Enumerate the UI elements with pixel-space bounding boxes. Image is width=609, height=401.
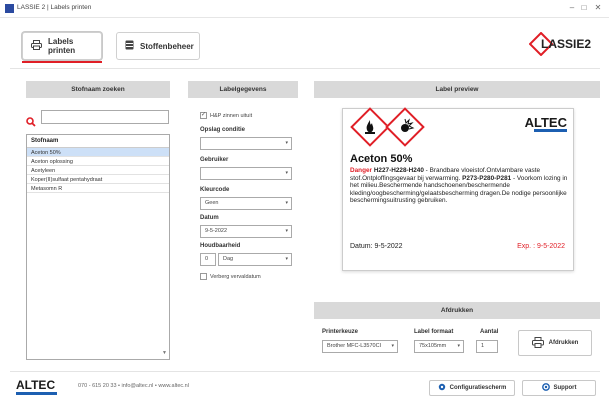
chevron-down-icon: ▾ [457, 343, 460, 349]
opslag-select[interactable]: ▾ [200, 137, 292, 150]
opslag-label: Opslag conditie [200, 127, 246, 133]
checkbox-checked[interactable]: ✓ [200, 112, 207, 119]
aantal-value: 1 [481, 343, 485, 349]
active-tab-indicator [22, 61, 102, 63]
list-header: Stofnaam [27, 135, 169, 148]
tab-labels-printen[interactable]: Labels printen [22, 32, 102, 60]
houdbaarheid-unit-select[interactable]: Dag ▾ [218, 253, 292, 266]
printer-value: Brother MFC-L3570CI [327, 343, 382, 349]
datum-value: 9-5-2022 [205, 228, 228, 234]
datum-label: Datum [200, 215, 219, 221]
calendar-icon[interactable]: ▾ [285, 226, 288, 237]
h-codes: H227-H228-H240 [373, 167, 424, 174]
printer-label: Printerkeuze [322, 329, 359, 335]
support-icon [541, 383, 550, 393]
format-value: 75x105mm [419, 343, 447, 349]
search-panel-header: Stofnaam zoeken [26, 81, 170, 98]
altec-logo-bar [534, 129, 567, 132]
label-preview-card: ALTEC Aceton 50% Danger H227-H228-H240 -… [342, 107, 574, 271]
chevron-down-icon: ▾ [285, 170, 288, 176]
printer-icon [531, 336, 544, 350]
title-bar [0, 0, 609, 18]
substance-name: Aceton 50% [350, 153, 413, 165]
scroll-down-icon[interactable]: ▼ [162, 350, 167, 356]
kleurcode-label: Kleurcode [200, 187, 230, 193]
printer-icon [31, 40, 42, 52]
label-date: Datum: 9-5-2022 [350, 243, 403, 250]
ghs-exploding-icon [385, 107, 425, 147]
svg-text:LASSIE2: LASSIE2 [541, 37, 591, 51]
minimize-button[interactable]: – [566, 3, 578, 12]
printer-select[interactable]: Brother MFC-L3570CI ▾ [322, 340, 398, 353]
footer-logo-bar [16, 392, 57, 395]
search-icon [26, 114, 36, 127]
list-item[interactable]: Koper(II)sulfaat pentahydraat [27, 175, 169, 184]
print-button[interactable]: Afdrukken [518, 330, 592, 356]
database-icon [125, 40, 134, 52]
aantal-input[interactable]: 1 [476, 340, 498, 353]
support-button[interactable]: Support [522, 380, 596, 396]
houdbaarheid-num-value: 0 [205, 256, 209, 262]
chevron-down-icon: ▾ [391, 343, 394, 349]
tab-label: Stoffenbeheer [140, 41, 194, 51]
altec-logo: ALTEC [524, 115, 567, 130]
chevron-down-icon: ▾ [285, 200, 288, 206]
p-codes: P273-P280-P281 [462, 174, 512, 182]
config-button[interactable]: Configuratiescherm [429, 380, 515, 396]
aantal-label: Aantal [480, 329, 499, 335]
substance-list[interactable]: Stofnaam Aceton 50% Aceton oplossing Ace… [26, 134, 170, 360]
verberg-checkbox[interactable]: Verberg vervaldatum [200, 273, 261, 280]
label-panel-header: Labelgegevens [188, 81, 298, 98]
config-button-label: Configuratiescherm [449, 385, 507, 391]
format-label: Label formaat [414, 329, 454, 335]
footer-divider [10, 371, 600, 372]
gear-icon [438, 383, 446, 393]
app-icon [5, 4, 14, 13]
hp-checkbox[interactable]: ✓ H&P zinnen uituit [200, 112, 252, 119]
format-select[interactable]: 75x105mm ▾ [414, 340, 464, 353]
ghs-flame-icon [350, 107, 390, 147]
print-button-label: Afdrukken [548, 340, 579, 346]
header-divider [10, 68, 600, 69]
chevron-down-icon: ▾ [285, 256, 288, 262]
tab-label: Labels printen [48, 37, 76, 55]
close-button[interactable]: ✕ [592, 3, 604, 12]
gebruiker-label: Gebruiker [200, 157, 229, 163]
houdbaarheid-unit-value: Dag [223, 256, 234, 262]
chevron-down-icon: ▾ [285, 140, 288, 146]
footer-altec-logo: ALTEC [16, 378, 56, 392]
danger-word: Danger [350, 167, 373, 174]
list-item[interactable]: Metasomn R [27, 184, 169, 193]
houdbaarheid-number[interactable]: 0 [200, 253, 216, 266]
window-title: LASSIE 2 | Labels printen [17, 4, 92, 11]
hazard-text: Danger H227-H228-H240 - Brandbare vloeis… [350, 167, 570, 205]
footer-contact: 070 - 615 20 33 • info@altec.nl • www.al… [78, 383, 189, 389]
search-input[interactable] [41, 110, 169, 124]
hp-checkbox-label: H&P zinnen uituit [210, 112, 253, 119]
preview-panel-header: Label preview [314, 81, 600, 98]
verberg-checkbox-label: Verberg vervaldatum [210, 273, 261, 280]
houdbaarheid-label: Houdbaarheid [200, 243, 241, 249]
lassie-logo: LASSIE2 [528, 31, 597, 57]
list-item[interactable]: Acetyleen [27, 166, 169, 175]
checkbox-unchecked[interactable] [200, 273, 207, 280]
kleurcode-select[interactable]: Geen ▾ [200, 197, 292, 210]
kleurcode-value: Geen [205, 200, 219, 206]
list-item[interactable]: Aceton 50% [27, 148, 169, 157]
support-button-label: Support [553, 385, 577, 391]
tab-stoffenbeheer[interactable]: Stoffenbeheer [116, 32, 200, 60]
gebruiker-select[interactable]: ▾ [200, 167, 292, 180]
datum-picker[interactable]: 9-5-2022 ▾ [200, 225, 292, 238]
list-item[interactable]: Aceton oplossing [27, 157, 169, 166]
maximize-button[interactable]: □ [578, 3, 590, 12]
print-panel-header: Afdrukken [314, 302, 600, 319]
label-expiry: Exp. : 9-5-2022 [517, 243, 565, 250]
